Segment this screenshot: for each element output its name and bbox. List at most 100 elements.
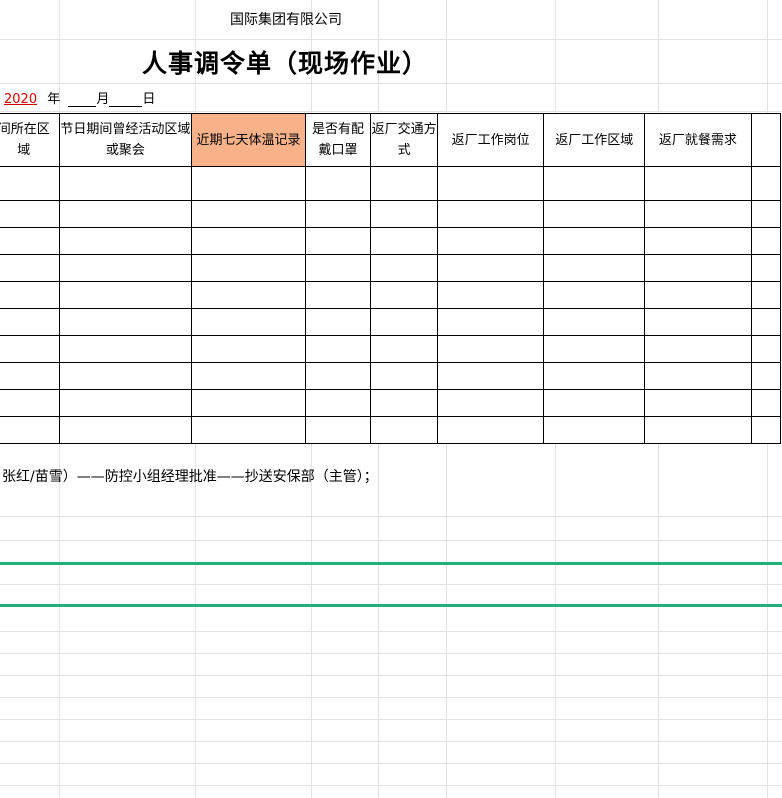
table-cell[interactable] bbox=[0, 362, 60, 390]
table-cell[interactable] bbox=[644, 227, 752, 255]
table-cell[interactable] bbox=[304, 389, 372, 417]
table-cell[interactable] bbox=[750, 166, 782, 201]
table-cell[interactable] bbox=[436, 200, 545, 228]
table-cell[interactable] bbox=[750, 227, 782, 255]
header-cell-transport[interactable]: 返厂交通方式 bbox=[370, 113, 438, 167]
table-cell[interactable] bbox=[58, 362, 193, 390]
header-cell-post[interactable]: 返厂工作岗位 bbox=[436, 113, 545, 167]
header-cell-activity-area[interactable]: 节日期间曾经活动区域或聚会 bbox=[58, 113, 193, 167]
table-cell[interactable] bbox=[58, 200, 193, 228]
header-cell-temperature[interactable]: 近期七天体温记录 bbox=[191, 113, 306, 167]
table-cell[interactable] bbox=[543, 416, 646, 444]
table-cell[interactable] bbox=[750, 416, 782, 444]
table-cell[interactable] bbox=[191, 416, 306, 444]
table-cell[interactable] bbox=[0, 254, 60, 282]
table-cell[interactable] bbox=[750, 389, 782, 417]
table-cell[interactable] bbox=[191, 308, 306, 336]
table-cell[interactable] bbox=[0, 227, 60, 255]
table-cell[interactable] bbox=[0, 308, 60, 336]
table-cell[interactable] bbox=[750, 335, 782, 363]
table-cell[interactable] bbox=[304, 281, 372, 309]
table-cell[interactable] bbox=[58, 254, 193, 282]
table-cell[interactable] bbox=[436, 166, 545, 201]
table-cell[interactable] bbox=[750, 362, 782, 390]
table-cell[interactable] bbox=[543, 227, 646, 255]
table-cell[interactable] bbox=[0, 200, 60, 228]
table-cell[interactable] bbox=[436, 335, 545, 363]
header-cell-work-area[interactable]: 返厂工作区域 bbox=[543, 113, 646, 167]
month-blank[interactable] bbox=[68, 93, 97, 107]
header-cell-meal[interactable]: 返厂就餐需求 bbox=[644, 113, 752, 167]
table-cell[interactable] bbox=[543, 200, 646, 228]
header-cell-region[interactable]: 间所在区 域 bbox=[0, 113, 60, 167]
table-cell[interactable] bbox=[750, 281, 782, 309]
table-cell[interactable] bbox=[370, 389, 438, 417]
table-cell[interactable] bbox=[370, 281, 438, 309]
table-cell[interactable] bbox=[304, 227, 372, 255]
table-cell[interactable] bbox=[304, 362, 372, 390]
table-cell[interactable] bbox=[543, 389, 646, 417]
table-cell[interactable] bbox=[191, 362, 306, 390]
table-cell[interactable] bbox=[644, 166, 752, 201]
table-cell[interactable] bbox=[58, 416, 193, 444]
table-cell[interactable] bbox=[370, 200, 438, 228]
table-cell[interactable] bbox=[644, 308, 752, 336]
table-cell[interactable] bbox=[0, 166, 60, 201]
table-cell[interactable] bbox=[543, 254, 646, 282]
table-cell[interactable] bbox=[58, 389, 193, 417]
table-cell[interactable] bbox=[58, 308, 193, 336]
table-cell[interactable] bbox=[370, 335, 438, 363]
table-cell[interactable] bbox=[0, 416, 60, 444]
table-cell[interactable] bbox=[370, 227, 438, 255]
table-cell[interactable] bbox=[370, 166, 438, 201]
table-cell[interactable] bbox=[644, 281, 752, 309]
table-cell[interactable] bbox=[543, 308, 646, 336]
header-cell-mask[interactable]: 是否有配戴口罩 bbox=[304, 113, 372, 167]
table-cell[interactable] bbox=[436, 362, 545, 390]
table-cell[interactable] bbox=[644, 335, 752, 363]
table-cell[interactable] bbox=[191, 200, 306, 228]
table-cell[interactable] bbox=[0, 335, 60, 363]
table-cell[interactable] bbox=[644, 416, 752, 444]
table-cell[interactable] bbox=[304, 254, 372, 282]
table-cell[interactable] bbox=[750, 308, 782, 336]
table-cell[interactable] bbox=[191, 227, 306, 255]
table-cell[interactable] bbox=[436, 281, 545, 309]
table-cell[interactable] bbox=[191, 335, 306, 363]
table-cell[interactable] bbox=[436, 254, 545, 282]
table-cell[interactable] bbox=[0, 281, 60, 309]
table-cell[interactable] bbox=[436, 416, 545, 444]
table-cell[interactable] bbox=[436, 389, 545, 417]
table-cell[interactable] bbox=[644, 362, 752, 390]
table-cell[interactable] bbox=[0, 389, 60, 417]
table-cell[interactable] bbox=[304, 335, 372, 363]
table-cell[interactable] bbox=[191, 166, 306, 201]
table-cell[interactable] bbox=[304, 416, 372, 444]
table-cell[interactable] bbox=[644, 200, 752, 228]
table-cell[interactable] bbox=[370, 416, 438, 444]
table-cell[interactable] bbox=[370, 254, 438, 282]
table-cell[interactable] bbox=[750, 200, 782, 228]
year-value[interactable]: 2020 bbox=[0, 92, 43, 107]
table-cell[interactable] bbox=[58, 335, 193, 363]
table-cell[interactable] bbox=[644, 254, 752, 282]
table-cell[interactable] bbox=[750, 254, 782, 282]
table-cell[interactable] bbox=[543, 166, 646, 201]
table-cell[interactable] bbox=[543, 362, 646, 390]
table-cell[interactable] bbox=[58, 166, 193, 201]
table-cell[interactable] bbox=[370, 308, 438, 336]
table-cell[interactable] bbox=[191, 389, 306, 417]
table-cell[interactable] bbox=[436, 227, 545, 255]
table-cell[interactable] bbox=[543, 335, 646, 363]
table-cell[interactable] bbox=[304, 166, 372, 201]
table-cell[interactable] bbox=[191, 281, 306, 309]
day-blank[interactable] bbox=[109, 93, 143, 107]
table-cell[interactable] bbox=[543, 281, 646, 309]
header-cell-extra[interactable] bbox=[750, 113, 782, 167]
table-cell[interactable] bbox=[58, 227, 193, 255]
table-cell[interactable] bbox=[304, 200, 372, 228]
table-cell[interactable] bbox=[370, 362, 438, 390]
table-cell[interactable] bbox=[304, 308, 372, 336]
table-cell[interactable] bbox=[644, 389, 752, 417]
table-cell[interactable] bbox=[436, 308, 545, 336]
